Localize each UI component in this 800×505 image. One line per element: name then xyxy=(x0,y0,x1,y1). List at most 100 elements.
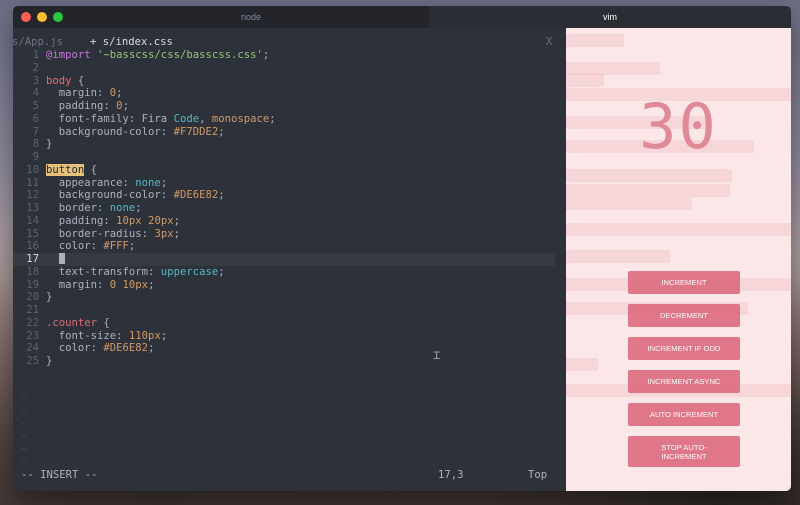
glitch-stripe xyxy=(566,74,604,87)
code-text: .counter { xyxy=(46,317,110,330)
line-number: 8 xyxy=(32,138,39,151)
code-line[interactable]: 4 margin: 0; xyxy=(13,87,566,100)
code-line[interactable]: 7 background-color: #F7DDE2; xyxy=(13,126,566,139)
code-text: @import '~basscss/css/basscss.css'; xyxy=(46,49,269,62)
glitch-stripe xyxy=(566,34,624,47)
code-token: font-size: xyxy=(46,329,129,342)
tilde-marker: ~ xyxy=(21,392,28,404)
code-line[interactable]: 16 color: #FFF; xyxy=(13,240,566,253)
code-token: #DE6E82 xyxy=(173,189,219,202)
code-line[interactable]: 8} xyxy=(13,138,566,151)
code-text: font-family: Fira Code, monospace; xyxy=(46,113,276,126)
code-line[interactable]: 6 font-family: Fira Code, monospace; xyxy=(13,113,566,126)
code-line[interactable]: 15 border-radius: 3px; xyxy=(13,228,566,241)
code-line[interactable]: 2 xyxy=(13,62,566,75)
code-token: color: xyxy=(46,342,104,355)
code-line[interactable]: 11 appearance: none; xyxy=(13,177,566,190)
code-line[interactable]: 21 xyxy=(13,304,566,317)
code-token: ; xyxy=(262,49,270,61)
code-token: padding: xyxy=(46,100,117,112)
zoom-window-button[interactable] xyxy=(53,12,63,22)
code-text: appearance: none; xyxy=(46,177,167,190)
tab-node[interactable]: node xyxy=(73,6,429,28)
code-token: ; xyxy=(148,278,155,291)
minimize-window-button[interactable] xyxy=(37,12,47,22)
code-text: margin: 0 10px; xyxy=(46,278,155,292)
code-line[interactable]: 5 padding: 0; xyxy=(13,100,566,113)
counter-value: 30 xyxy=(639,90,718,163)
code-line[interactable]: 3 body { xyxy=(13,75,566,88)
vim-tab-app-js[interactable]: s/App.js xyxy=(13,36,63,48)
code-token: ; xyxy=(269,112,276,125)
code-token: ; xyxy=(218,265,225,278)
code-line[interactable]: 18 text-transform: uppercase; xyxy=(13,266,566,279)
code-token: ; xyxy=(218,125,225,138)
code-text: button { xyxy=(46,163,97,177)
code-line[interactable]: 13 border: none; xyxy=(13,202,566,215)
close-window-button[interactable] xyxy=(21,12,31,22)
code-line[interactable]: 10 button { xyxy=(13,163,566,177)
glitch-stripe xyxy=(566,169,732,182)
line-number: 5 xyxy=(32,100,39,112)
code-text: border: none; xyxy=(46,202,142,215)
increment-if-odd-button[interactable]: Increment if odd xyxy=(628,337,740,360)
vim-status-line: -- INSERT -- 17,3 Top xyxy=(13,468,566,482)
code-token: button xyxy=(46,163,85,176)
code-token: ; xyxy=(160,176,168,189)
code-line[interactable]: 14 padding: 10px 20px; xyxy=(13,215,566,228)
code-text: text-transform: uppercase; xyxy=(46,266,225,279)
app-preview: 30 Increment Decrement Increment if odd Inc… xyxy=(566,28,791,491)
code-line[interactable]: 23 font-size: 110px; xyxy=(13,330,566,343)
code-token: padding: xyxy=(46,214,117,227)
code-token: ; xyxy=(173,214,180,227)
code-token: { xyxy=(97,316,110,329)
increment-button[interactable]: Increment xyxy=(628,271,740,294)
auto-increment-button[interactable]: Auto increment xyxy=(628,403,740,426)
line-number: 12 xyxy=(26,189,39,202)
code-token: background-color: xyxy=(46,125,174,138)
code-line[interactable]: 9 xyxy=(13,151,566,164)
increment-async-button[interactable]: Increment async xyxy=(628,370,740,393)
line-number: 20 xyxy=(26,291,39,304)
code-line[interactable]: 12 background-color: #DE6E82; xyxy=(13,189,566,202)
vim-tabline: s/App.js + s/index.css X xyxy=(13,36,566,49)
code-token: } xyxy=(46,291,53,304)
code-token: ; xyxy=(160,329,168,342)
code-line[interactable]: 24 color: #DE6E82; xyxy=(13,342,566,355)
line-number: 21 xyxy=(26,304,39,316)
code-token: font-family: Fira xyxy=(46,112,174,125)
code-line[interactable]: 22 .counter { xyxy=(13,317,566,330)
code-text: } xyxy=(46,138,52,151)
code-line[interactable]: 25} xyxy=(13,355,566,368)
tilde-marker: ~ xyxy=(21,404,28,417)
vim-tab-close-label[interactable]: X xyxy=(546,36,552,48)
code-token: Code xyxy=(173,112,200,125)
decrement-button[interactable]: Decrement xyxy=(628,304,740,327)
code-text: color: #FFF; xyxy=(46,240,136,253)
glitch-stripe xyxy=(566,223,791,236)
code-line[interactable]: 20} xyxy=(13,291,566,304)
vim-tab-index-css[interactable]: + s/index.css xyxy=(90,36,173,48)
code-token: , xyxy=(199,112,212,125)
line-number: 22 xyxy=(26,316,39,329)
cursor-position: 17,3 xyxy=(438,469,464,481)
ibeam-cursor-icon: ⌶ xyxy=(433,348,441,362)
code-token: #FFF xyxy=(103,240,129,253)
code-token: none xyxy=(135,176,161,189)
line-number: 24 xyxy=(26,342,39,355)
code-token: body xyxy=(46,74,72,87)
tab-vim[interactable]: vim xyxy=(429,6,791,28)
line-number: 2 xyxy=(32,61,39,74)
vim-editor[interactable]: s/App.js + s/index.css X 1 @import '~bass… xyxy=(13,28,566,491)
code-line[interactable]: 1 @import '~basscss/css/basscss.css'; xyxy=(13,49,566,62)
code-buffer[interactable]: 1 @import '~basscss/css/basscss.css'; 2 3 bo… xyxy=(13,49,566,368)
code-token: ; xyxy=(218,189,225,202)
line-number: 7 xyxy=(32,125,39,138)
code-token: 0 10px xyxy=(109,278,149,291)
code-text: } xyxy=(46,291,52,304)
code-line[interactable]: 19 margin: 0 10px; xyxy=(13,279,566,292)
stop-auto-increment-button[interactable]: Stop auto-increment xyxy=(628,436,740,467)
code-token: ; xyxy=(122,100,129,112)
code-line[interactable]: 17 xyxy=(13,253,555,266)
